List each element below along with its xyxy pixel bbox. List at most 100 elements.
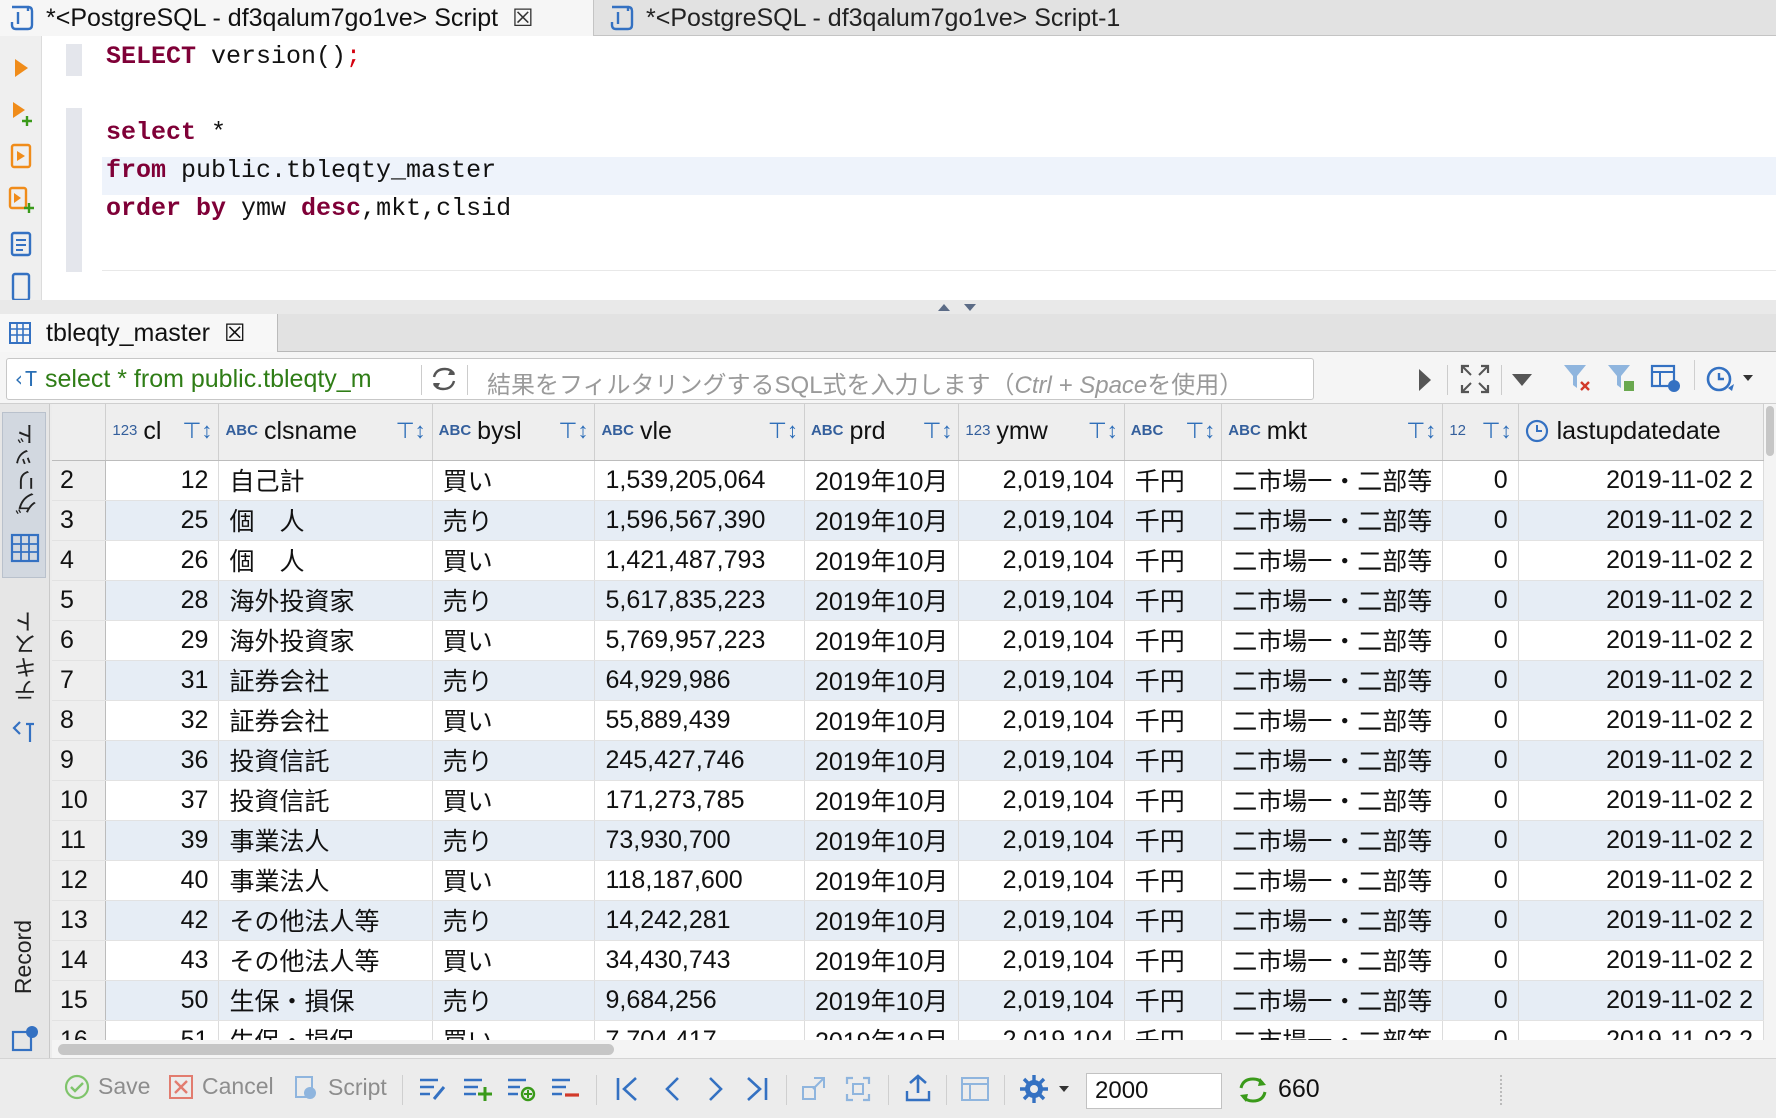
row-number-cell[interactable]: 5: [52, 580, 107, 621]
table-cell[interactable]: 2,019,104: [958, 620, 1125, 661]
table-cell[interactable]: 245,427,746: [594, 740, 805, 781]
table-cell[interactable]: 投資信託: [218, 780, 433, 821]
row-number-cell[interactable]: 8: [52, 700, 107, 741]
refresh-query-icon[interactable]: [429, 365, 459, 393]
add-row-icon[interactable]: [462, 1075, 492, 1103]
close-icon[interactable]: ☒: [224, 319, 246, 348]
table-cell[interactable]: 売り: [432, 580, 596, 621]
row-number-cell[interactable]: 2: [52, 460, 107, 501]
table-cell[interactable]: 買い: [432, 860, 596, 901]
table-cell[interactable]: 1,596,567,390: [594, 500, 805, 541]
row-number-cell[interactable]: 10: [52, 780, 107, 821]
table-cell[interactable]: その他法人等: [218, 940, 433, 981]
execute-script-new-tab-icon[interactable]: [6, 184, 36, 216]
table-cell[interactable]: 0: [1442, 460, 1519, 501]
active-query-text[interactable]: select * from public.tbleqty_m: [45, 365, 415, 394]
table-cell[interactable]: 二市場一・二部等: [1221, 460, 1444, 501]
table-cell[interactable]: 二市場一・二部等: [1221, 620, 1444, 661]
table-cell[interactable]: 36: [105, 740, 220, 781]
table-cell[interactable]: 1,539,205,064: [594, 460, 805, 501]
table-cell[interactable]: 64,929,986: [594, 660, 805, 701]
table-cell[interactable]: 生保・損保: [218, 1020, 433, 1040]
refresh-results-icon[interactable]: [1236, 1075, 1270, 1105]
row-number-cell[interactable]: 3: [52, 500, 107, 541]
table-cell[interactable]: 買い: [432, 620, 596, 661]
table-cell[interactable]: 2019年10月: [804, 900, 960, 941]
table-cell[interactable]: 売り: [432, 980, 596, 1021]
table-cell[interactable]: 7,704,417: [594, 1020, 805, 1040]
delete-row-icon[interactable]: [550, 1075, 580, 1103]
table-cell[interactable]: 2019年10月: [804, 620, 960, 661]
column-header-unit[interactable]: ABC ⊤↕: [1124, 404, 1223, 461]
execute-in-new-tab-icon[interactable]: [6, 96, 36, 128]
fetch-size-input[interactable]: 2000: [1086, 1073, 1222, 1109]
editor-results-splitter[interactable]: [0, 300, 1776, 314]
table-cell[interactable]: 14,242,281: [594, 900, 805, 941]
results-tab-tbleqty-master[interactable]: tbleqty_master ☒: [0, 314, 278, 352]
table-cell[interactable]: 2019年10月: [804, 660, 960, 701]
table-cell[interactable]: 買い: [432, 780, 596, 821]
table-cell[interactable]: 43: [105, 940, 220, 981]
apply-filter-icon[interactable]: [1417, 367, 1433, 393]
column-header-cl[interactable]: 123 cl ⊤↕: [105, 404, 220, 461]
row-number-cell[interactable]: 11: [52, 820, 107, 861]
table-cell[interactable]: 証券会社: [218, 660, 433, 701]
panels-toggle-icon[interactable]: [960, 1075, 990, 1103]
table-cell[interactable]: 2019-11-02 2: [1518, 700, 1764, 741]
filter-sort-icon[interactable]: ⊤↕: [922, 418, 952, 444]
table-cell[interactable]: 0: [1442, 860, 1519, 901]
column-header-mkt[interactable]: ABC mkt ⊤↕: [1221, 404, 1444, 461]
table-cell[interactable]: 二市場一・二部等: [1221, 580, 1444, 621]
save-filter-icon[interactable]: [1606, 362, 1636, 394]
table-cell[interactable]: 千円: [1124, 860, 1223, 901]
table-cell[interactable]: 二市場一・二部等: [1221, 820, 1444, 861]
tab-record[interactable]: Record: [2, 912, 46, 1062]
row-number-cell[interactable]: 4: [52, 540, 107, 581]
table-cell[interactable]: 2019-11-02 2: [1518, 780, 1764, 821]
table-cell[interactable]: 売り: [432, 820, 596, 861]
table-cell[interactable]: 千円: [1124, 660, 1223, 701]
filter-sort-icon[interactable]: ⊤↕: [1481, 418, 1511, 444]
table-cell[interactable]: 2019年10月: [804, 540, 960, 581]
table-cell[interactable]: 生保・損保: [218, 980, 433, 1021]
table-cell[interactable]: 0: [1442, 540, 1519, 581]
row-number-cell[interactable]: 13: [52, 900, 107, 941]
link-panel-icon[interactable]: [800, 1075, 828, 1103]
table-cell[interactable]: 二市場一・二部等: [1221, 900, 1444, 941]
execute-statement-icon[interactable]: [6, 52, 36, 84]
table-cell[interactable]: 二市場一・二部等: [1221, 940, 1444, 981]
maximize-icon[interactable]: [1459, 363, 1491, 395]
table-cell[interactable]: 千円: [1124, 940, 1223, 981]
table-cell[interactable]: 千円: [1124, 700, 1223, 741]
row-number-cell[interactable]: 7: [52, 660, 107, 701]
table-cell[interactable]: 海外投資家: [218, 580, 433, 621]
table-cell[interactable]: 2,019,104: [958, 780, 1125, 821]
table-cell[interactable]: 5,617,835,223: [594, 580, 805, 621]
table-cell[interactable]: 12: [105, 460, 220, 501]
table-cell[interactable]: 2,019,104: [958, 1020, 1125, 1040]
table-cell[interactable]: 2019年10月: [804, 980, 960, 1021]
table-cell[interactable]: 42: [105, 900, 220, 941]
table-cell[interactable]: 2,019,104: [958, 500, 1125, 541]
table-cell[interactable]: 2019-11-02 2: [1518, 660, 1764, 701]
script-button[interactable]: Script: [292, 1073, 387, 1101]
table-cell[interactable]: 2019-11-02 2: [1518, 500, 1764, 541]
table-cell[interactable]: 50: [105, 980, 220, 1021]
filter-sort-icon[interactable]: ⊤↕: [768, 418, 798, 444]
table-row[interactable]: 3 25 個 人売り 1,596,567,390 2019年10月 2,019,104 千円…: [52, 500, 1764, 541]
filter-sort-icon[interactable]: ⊤↕: [396, 418, 426, 444]
table-cell[interactable]: 証券会社: [218, 700, 433, 741]
table-cell[interactable]: 千円: [1124, 500, 1223, 541]
row-number-cell[interactable]: 16: [52, 1020, 107, 1040]
column-header-bysl[interactable]: ABC bysl ⊤↕: [432, 404, 596, 461]
table-cell[interactable]: 2019-11-02 2: [1518, 860, 1764, 901]
horizontal-scroll-thumb[interactable]: [58, 1044, 614, 1055]
table-cell[interactable]: 事業法人: [218, 860, 433, 901]
table-cell[interactable]: 2,019,104: [958, 980, 1125, 1021]
row-number-cell[interactable]: 12: [52, 860, 107, 901]
table-cell[interactable]: 2019-11-02 2: [1518, 820, 1764, 861]
table-cell[interactable]: 2,019,104: [958, 580, 1125, 621]
gear-icon[interactable]: [1018, 1073, 1050, 1105]
table-cell[interactable]: 二市場一・二部等: [1221, 700, 1444, 741]
save-button[interactable]: Save: [64, 1073, 150, 1100]
